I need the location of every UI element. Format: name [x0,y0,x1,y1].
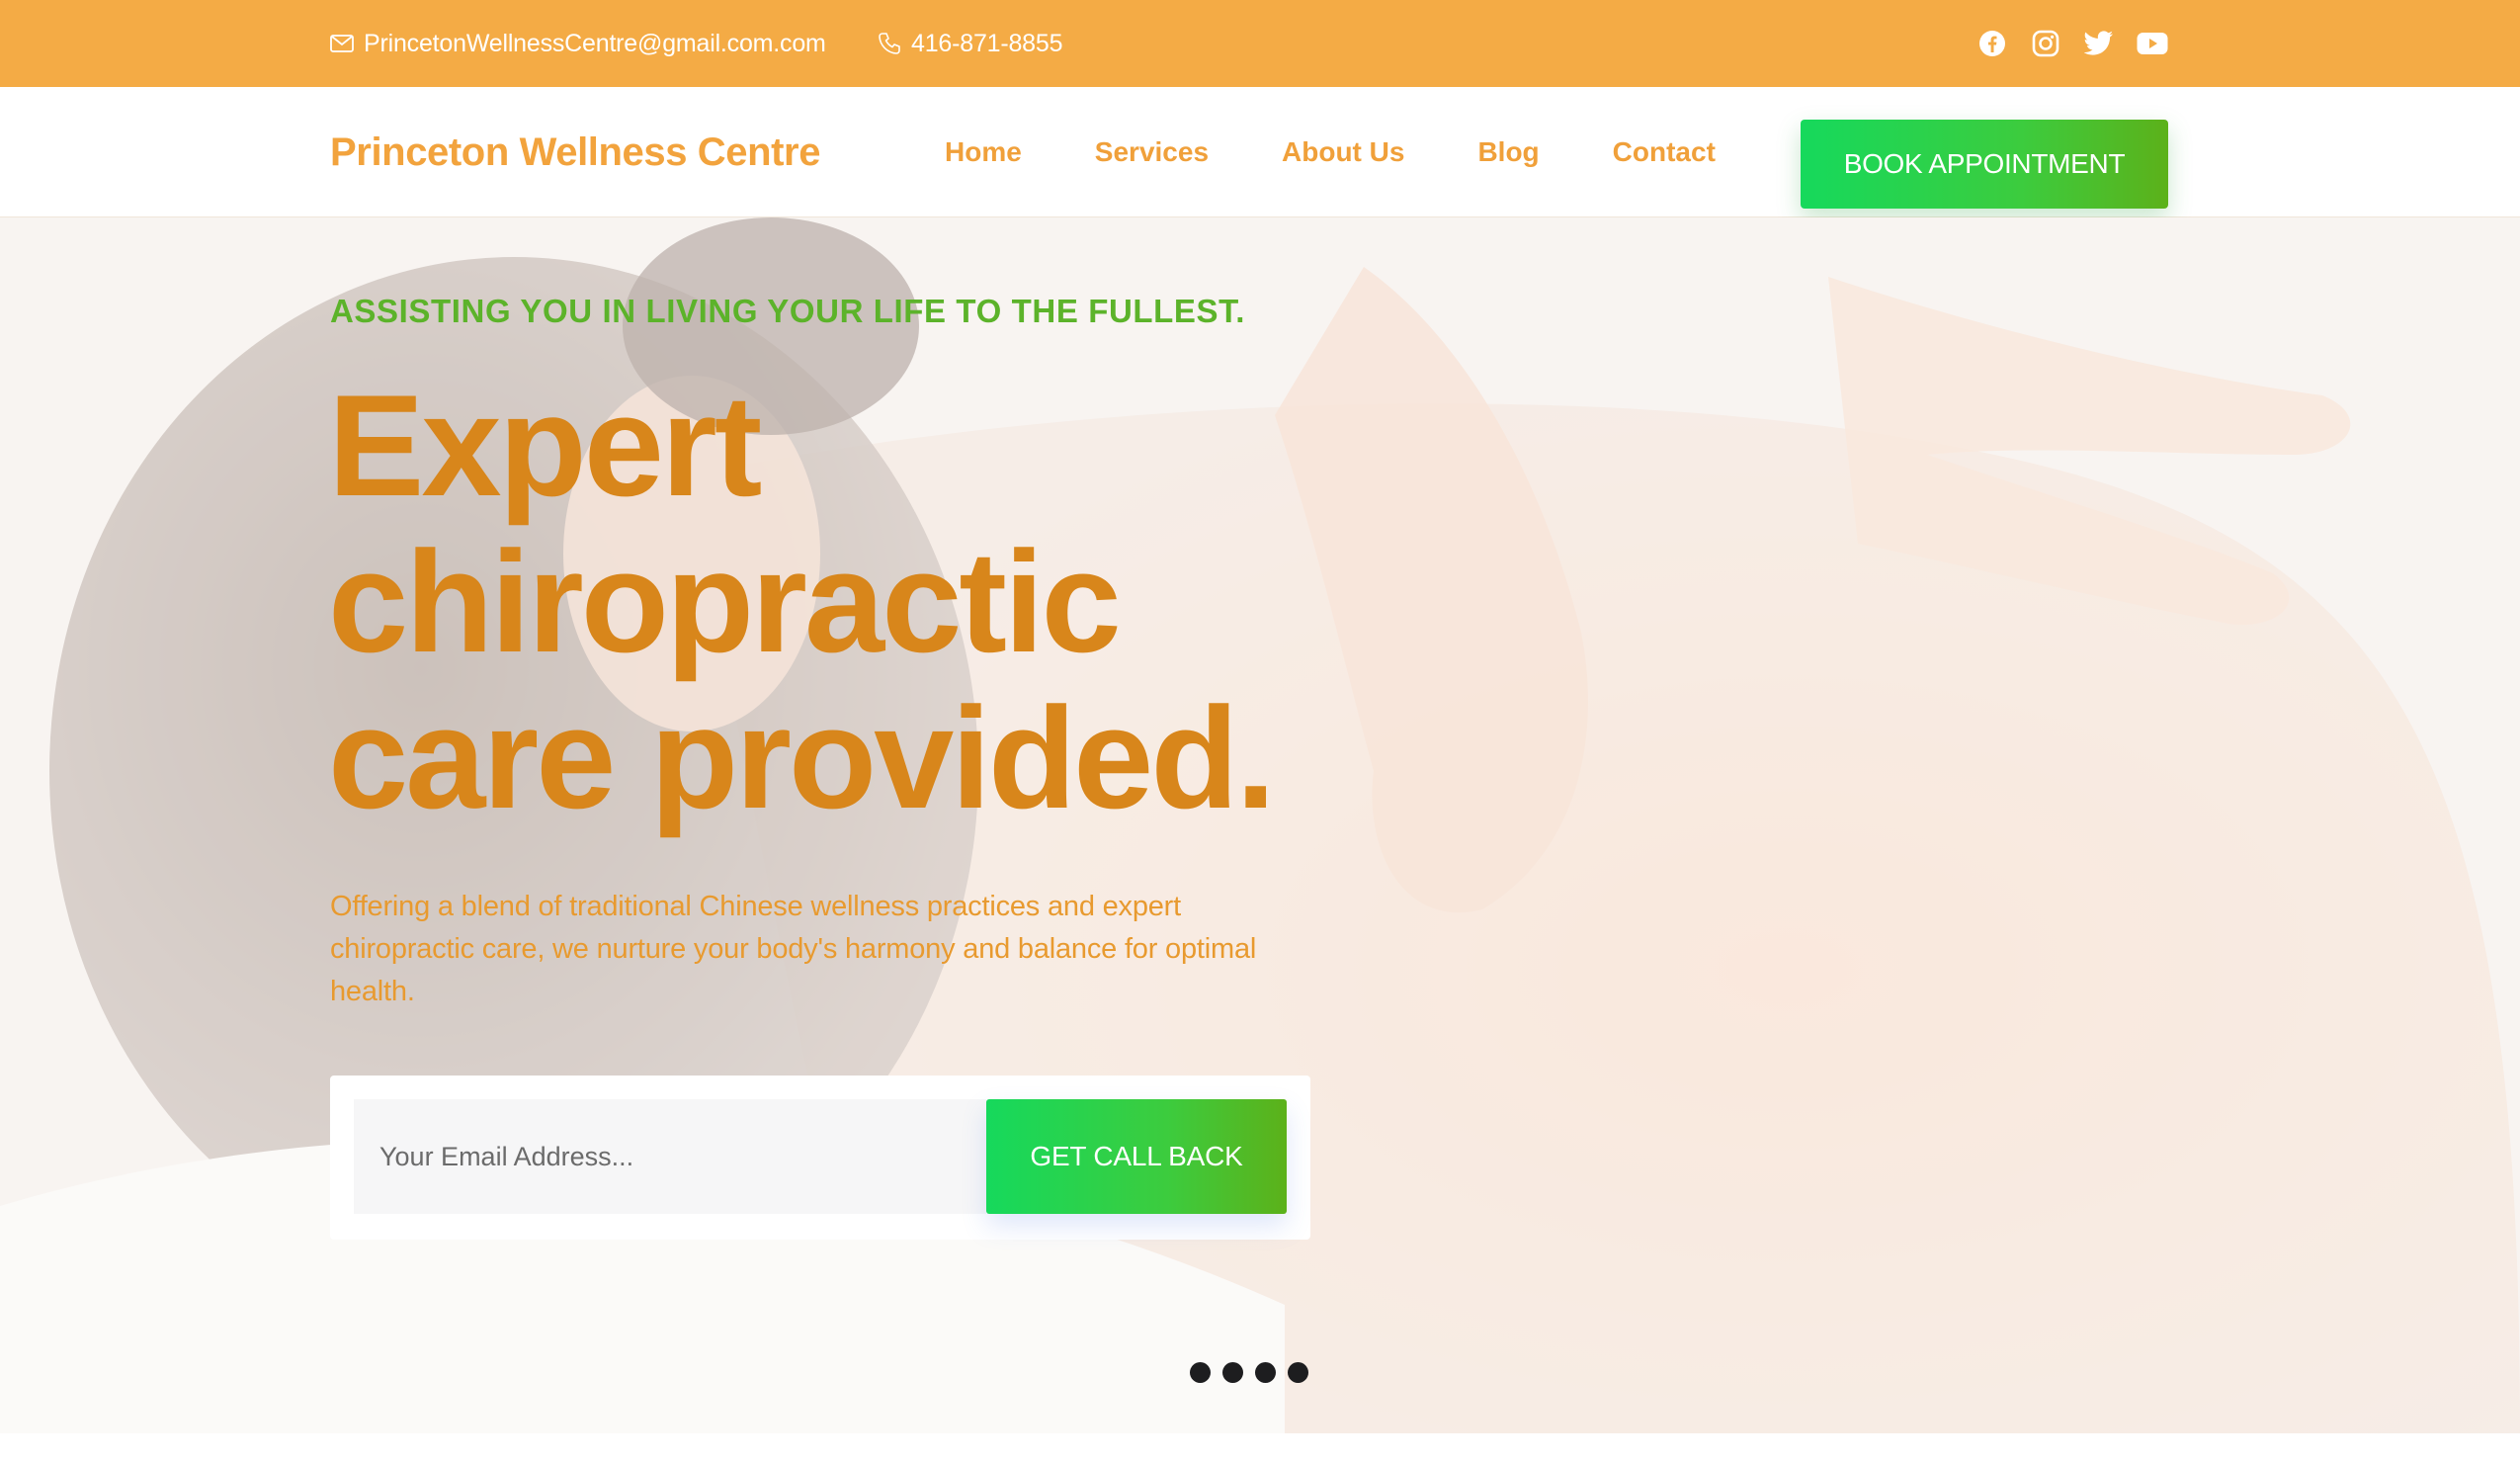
youtube-icon[interactable] [2137,28,2168,59]
slide-dot[interactable] [1255,1362,1276,1383]
slide-dot[interactable] [1288,1362,1308,1383]
hero-tagline: ASSISTING YOU IN LIVING YOUR LIFE TO THE… [330,293,1245,329]
social-links [1976,0,2168,87]
phone-text: 416-871-8855 [911,29,1063,57]
hero-description: Offering a blend of traditional Chinese … [330,891,1257,1007]
nav-item-services[interactable]: Services [1095,136,1209,168]
email-field[interactable] [354,1099,986,1214]
nav-menu: Home Services About Us Blog Contact [945,87,1789,217]
instagram-icon[interactable] [2030,28,2061,59]
headline-line-2: chiropractic [328,521,1122,682]
email-text: PrincetonWellnessCentre@gmail.com.com [364,29,826,57]
main-nav: Princeton Wellness Centre Home Services … [0,87,2520,217]
top-bar: PrincetonWellnessCentre@gmail.com.com 41… [0,0,2520,87]
book-appointment-button[interactable]: BOOK APPOINTMENT [1801,120,2168,209]
slide-dot[interactable] [1190,1362,1211,1383]
nav-item-contact[interactable]: Contact [1613,136,1716,168]
callback-form: GET CALL BACK [330,1076,1310,1240]
top-phone[interactable]: 416-871-8855 [878,0,1062,87]
hero-headline: Expert chiropractic care provided. [328,368,1415,836]
nav-item-blog[interactable]: Blog [1477,136,1539,168]
slide-dot[interactable] [1222,1362,1243,1383]
twitter-icon[interactable] [2083,28,2115,59]
brand-logo[interactable]: Princeton Wellness Centre [330,87,820,217]
phone-icon [879,33,900,54]
headline-line-1: Expert [328,365,762,526]
page-bottom-strip [0,1433,2520,1463]
mail-icon [330,35,354,52]
hero-section: ASSISTING YOU IN LIVING YOUR LIFE TO THE… [0,217,2520,1433]
nav-item-home[interactable]: Home [945,136,1022,168]
nav-item-about-us[interactable]: About Us [1282,136,1404,168]
get-call-back-button[interactable]: GET CALL BACK [986,1099,1287,1214]
slider-pagination [1190,1362,1308,1383]
facebook-icon[interactable] [1976,28,2008,59]
top-email[interactable]: PrincetonWellnessCentre@gmail.com.com [330,0,826,87]
headline-line-3: care provided. [328,677,1276,838]
